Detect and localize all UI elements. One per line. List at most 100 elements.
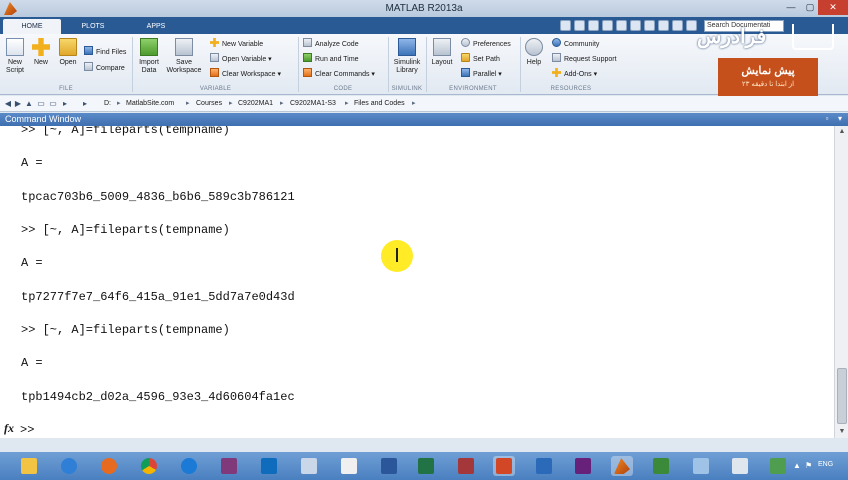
open-button[interactable]: Open: [57, 38, 79, 67]
tray-chevron-up-icon[interactable]: ▲: [793, 461, 801, 470]
preferences-button[interactable]: Preferences: [461, 38, 511, 50]
scroll-up-icon[interactable]: ▲: [835, 126, 848, 138]
folder-icon[interactable]: ▭: [36, 99, 46, 109]
open-variable-button[interactable]: Open Variable ▾: [210, 53, 272, 65]
command-window[interactable]: >> [~, A]=fileparts(tempname) A = tpcac7…: [0, 126, 834, 438]
breadcrumb-item[interactable]: C9202MA1: [238, 99, 273, 109]
new-script-button[interactable]: New Script: [4, 38, 26, 75]
clear-commands-button[interactable]: Clear Commands ▾: [303, 68, 375, 80]
tab-home[interactable]: HOME: [3, 19, 61, 34]
new-script-icon: [6, 38, 24, 56]
breadcrumb-separator: ▸: [186, 100, 190, 107]
dock-icon[interactable]: [672, 20, 683, 31]
layout-icon: [433, 38, 451, 56]
analyze-code-button[interactable]: Analyze Code: [303, 38, 359, 50]
function-browser-icon[interactable]: fx: [4, 421, 14, 436]
book-logo-icon: [792, 24, 834, 50]
redo-icon[interactable]: [630, 20, 641, 31]
taskbar-paint[interactable]: [767, 456, 789, 476]
taskbar-internet-explorer[interactable]: [178, 456, 200, 476]
scroll-down-icon[interactable]: ▼: [835, 426, 848, 438]
taskbar-excel[interactable]: [415, 456, 437, 476]
breadcrumb-item[interactable]: D:: [104, 99, 111, 109]
taskbar-onenote[interactable]: [218, 456, 240, 476]
copy-icon[interactable]: [588, 20, 599, 31]
browse-folder-icon[interactable]: ▭: [48, 99, 58, 109]
compare-button[interactable]: Compare: [84, 62, 125, 74]
breadcrumb-item[interactable]: MatlabSite.com: [126, 99, 174, 109]
taskbar-project[interactable]: [650, 456, 672, 476]
taskbar-notepad[interactable]: [298, 456, 320, 476]
back-arrow-icon[interactable]: ◀: [3, 99, 13, 109]
add-ons-button[interactable]: Add-Ons ▾: [552, 68, 597, 80]
set-path-button[interactable]: Set Path: [461, 53, 500, 65]
tab-apps[interactable]: APPS: [127, 19, 185, 34]
breadcrumb-separator: ▸: [280, 100, 284, 107]
breadcrumb-item[interactable]: Files and Codes: [354, 99, 405, 109]
chevron-right-icon[interactable]: ▸: [60, 99, 70, 109]
taskbar-visual-studio-code[interactable]: [533, 456, 555, 476]
taskbar-outlook[interactable]: [258, 456, 280, 476]
simulink-library-button[interactable]: Simulink Library: [392, 38, 422, 75]
forward-arrow-icon[interactable]: ▶: [13, 99, 23, 109]
command-window-header: Command Window ▫ ▾: [0, 113, 848, 126]
clear-workspace-button[interactable]: Clear Workspace ▾: [210, 68, 281, 80]
layout-label: Layout: [431, 59, 453, 66]
close-button[interactable]: ✕: [818, 0, 848, 15]
clear-commands-icon: [303, 68, 312, 77]
scrollbar-thumb[interactable]: [837, 368, 847, 424]
taskbar-firefox[interactable]: [98, 456, 120, 476]
file-group-label: FILE: [59, 86, 73, 92]
breadcrumb-item[interactable]: Courses: [196, 99, 222, 109]
taskbar-file-explorer[interactable]: [18, 456, 40, 476]
taskbar-word[interactable]: [378, 456, 400, 476]
chrome-icon: [141, 458, 157, 474]
parallel-button[interactable]: Parallel ▾: [461, 68, 502, 80]
question-mark-icon: [525, 38, 543, 56]
switch-windows-icon[interactable]: [644, 20, 655, 31]
help-button[interactable]: Help: [524, 38, 544, 67]
new-label: New: [33, 59, 48, 66]
settings-icon[interactable]: [686, 20, 697, 31]
preview-banner-title: پیش نمایش: [741, 65, 795, 77]
save-icon[interactable]: [560, 20, 571, 31]
taskbar-app-17[interactable]: [690, 456, 712, 476]
help-icon[interactable]: [658, 20, 669, 31]
open-variable-icon: [210, 53, 219, 62]
new-variable-button[interactable]: New Variable: [210, 38, 263, 50]
breadcrumb-separator: ▸: [412, 100, 416, 107]
breadcrumb-item[interactable]: C9202MA1-S3: [290, 99, 336, 109]
variable-group-label: VARIABLE: [199, 86, 232, 92]
taskbar-onedrive[interactable]: [58, 456, 80, 476]
taskbar-powerpoint[interactable]: [493, 456, 515, 476]
minimize-panel-icon[interactable]: ▫: [822, 114, 832, 124]
taskbar-app-18[interactable]: [729, 456, 751, 476]
panel-actions-icon[interactable]: ▾: [835, 114, 845, 124]
undo-icon[interactable]: [616, 20, 627, 31]
find-files-button[interactable]: Find Files: [84, 46, 126, 58]
taskbar-visual-studio[interactable]: [572, 456, 594, 476]
paste-icon[interactable]: [602, 20, 613, 31]
community-button[interactable]: Community: [552, 38, 599, 50]
taskbar-matlab[interactable]: [611, 456, 633, 476]
notepad-icon: [301, 458, 317, 474]
up-folder-icon[interactable]: ▲: [24, 99, 34, 109]
save-workspace-button[interactable]: Save Workspace: [165, 38, 203, 75]
command-window-scrollbar[interactable]: ▲ ▼: [834, 126, 848, 438]
project-icon: [653, 458, 669, 474]
request-support-button[interactable]: Request Support: [552, 53, 617, 65]
taskbar-tex[interactable]: [338, 456, 360, 476]
run-and-time-button[interactable]: Run and Time: [303, 53, 359, 65]
import-data-button[interactable]: Import Data: [138, 38, 160, 75]
input-language-indicator[interactable]: ENG: [818, 461, 833, 468]
analyze-code-icon: [303, 38, 312, 47]
command-prompt[interactable]: >>: [20, 423, 34, 437]
action-center-flag-icon[interactable]: ⚑: [805, 461, 812, 470]
taskbar-chrome[interactable]: [138, 456, 160, 476]
new-button[interactable]: New: [31, 38, 51, 67]
tab-plots[interactable]: PLOTS: [64, 19, 122, 34]
taskbar-access[interactable]: [455, 456, 477, 476]
layout-button[interactable]: Layout: [430, 38, 454, 67]
cut-icon[interactable]: [574, 20, 585, 31]
gear-icon: [461, 38, 470, 47]
